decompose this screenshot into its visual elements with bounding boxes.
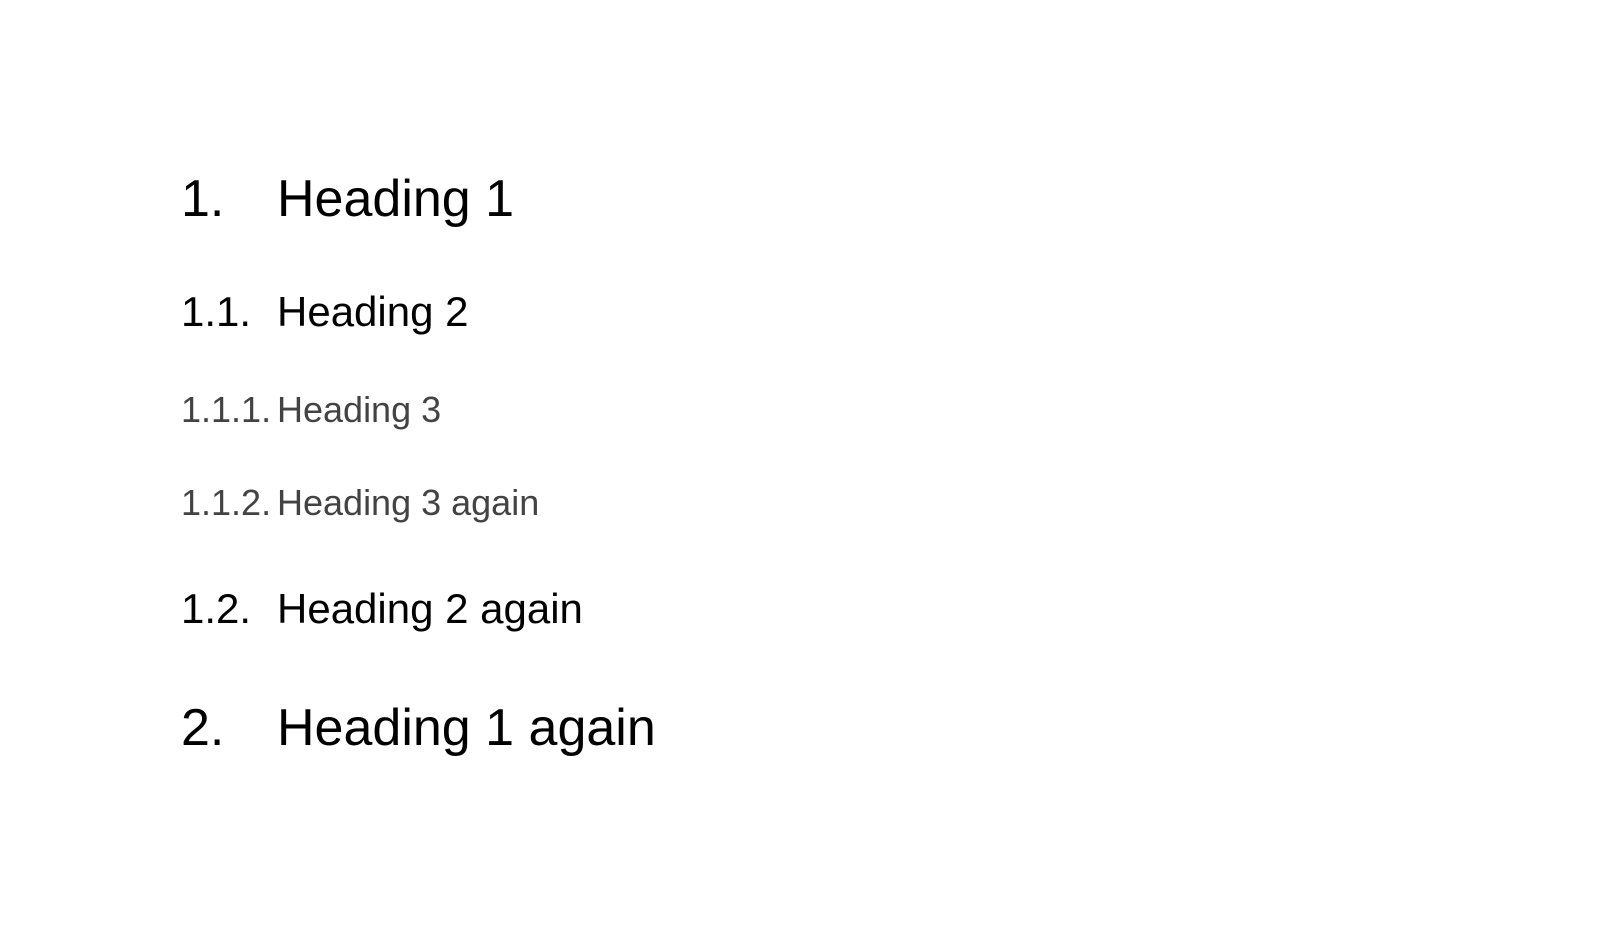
heading-number: 1.1. <box>181 288 252 335</box>
heading-text: Heading 2 <box>277 288 469 335</box>
heading-text: Heading 2 again <box>277 585 583 632</box>
heading-text: Heading 3 again <box>277 482 540 523</box>
heading-text: Heading 3 <box>277 389 442 430</box>
heading-number: 1.1.2. <box>181 482 272 523</box>
heading-text: Heading 1 again <box>277 699 656 757</box>
heading-number: 1.1.1. <box>181 389 272 430</box>
heading-number: 2. <box>181 699 225 757</box>
heading-number: 1. <box>181 170 225 228</box>
document-page: 1. Heading 1 1.1. Heading 2 1.1.1. Headi… <box>0 0 1608 938</box>
heading-number: 1.2. <box>181 585 252 632</box>
heading-text: Heading 1 <box>277 170 515 228</box>
